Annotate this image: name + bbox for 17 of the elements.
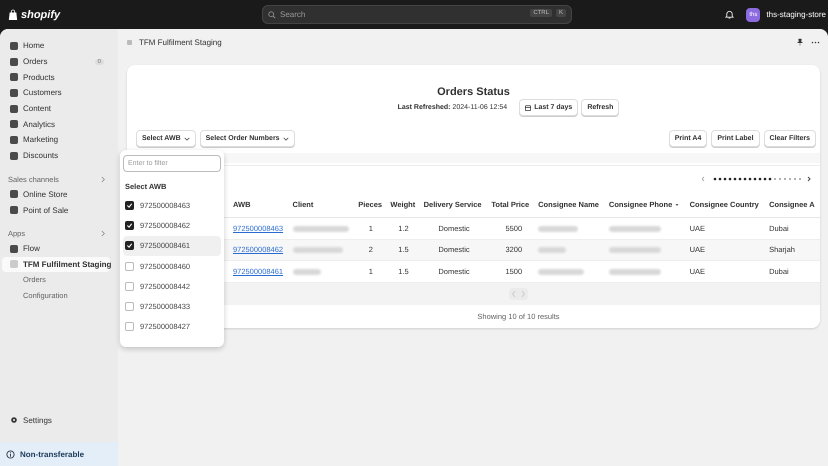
nav-item[interactable]: Customers bbox=[2, 85, 110, 101]
store-name[interactable]: ths-staging-store bbox=[766, 10, 826, 19]
nav-item[interactable]: Point of Sale bbox=[2, 202, 110, 218]
settings-item[interactable]: Settings bbox=[2, 412, 110, 428]
nav-item[interactable]: Online Store bbox=[2, 186, 110, 202]
nav-item[interactable]: Flow bbox=[2, 240, 110, 257]
nav-item[interactable]: Products bbox=[2, 69, 110, 86]
nav-item[interactable]: Discounts bbox=[2, 148, 110, 164]
page-title: TFM Fulfilment Staging bbox=[139, 38, 222, 46]
notice-banner[interactable]: Non-transferable bbox=[0, 442, 118, 466]
logo-text: shopify bbox=[21, 8, 60, 20]
nav-item[interactable]: Content bbox=[2, 100, 110, 116]
nav-item[interactable]: Marketing bbox=[2, 132, 110, 148]
nav-item[interactable]: TFM Fulfilment Staging bbox=[2, 256, 110, 272]
nav-item[interactable]: Analytics bbox=[2, 116, 110, 132]
nav-item[interactable]: Home bbox=[2, 38, 110, 54]
card-title: Orders Status bbox=[437, 86, 510, 98]
